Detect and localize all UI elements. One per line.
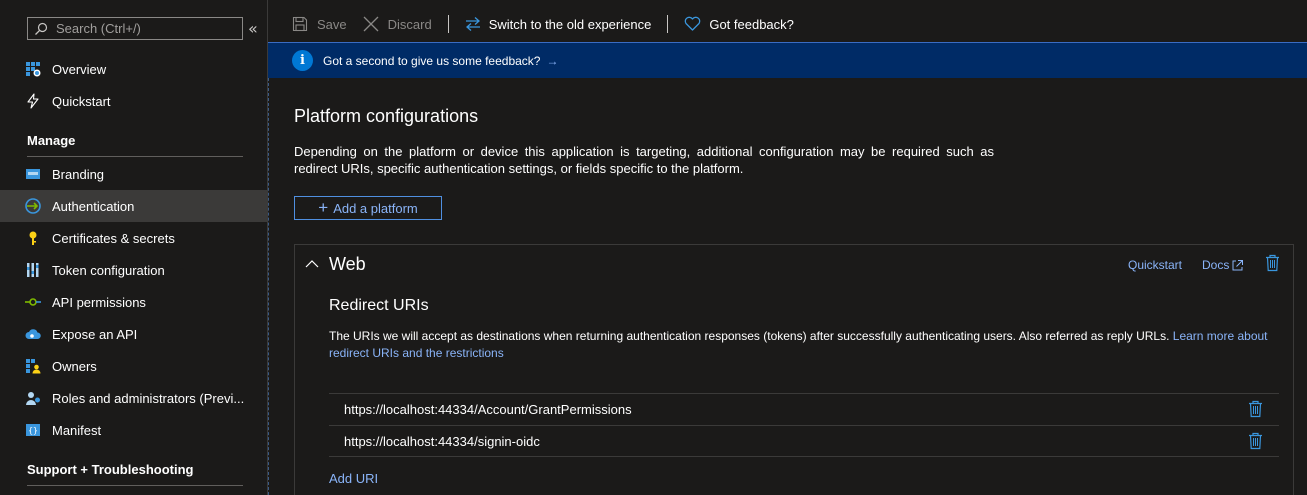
- banner-text: Got a second to give us some feedback?: [323, 53, 541, 68]
- plus-icon: +: [318, 198, 329, 217]
- collapse-toggle[interactable]: [304, 256, 320, 272]
- quickstart-link[interactable]: Quickstart: [1128, 258, 1182, 272]
- arrow-right-icon: →: [546, 53, 559, 68]
- section-divider: [27, 485, 243, 486]
- card-title: Web: [329, 254, 366, 274]
- sidebar-item-label: Expose an API: [52, 326, 138, 342]
- section-divider: [27, 156, 243, 157]
- feedback-button[interactable]: Got feedback?: [684, 6, 794, 42]
- external-link-icon: [1232, 259, 1244, 270]
- save-label: Save: [317, 16, 347, 32]
- sidebar-item-quickstart[interactable]: Quickstart: [0, 85, 267, 117]
- token-icon: [25, 262, 41, 278]
- redirect-uri-value[interactable]: https://localhost:44334/Account/GrantPer…: [344, 402, 632, 417]
- docs-label: Docs: [1202, 258, 1230, 272]
- authentication-icon: [25, 198, 41, 214]
- manifest-icon: {}: [25, 422, 41, 438]
- branding-icon: [25, 166, 41, 182]
- key-icon: [25, 230, 41, 246]
- switch-experience-button[interactable]: Switch to the old experience: [465, 6, 652, 42]
- sidebar-item-owners[interactable]: Owners: [0, 350, 267, 382]
- sidebar-item-manifest[interactable]: {} Manifest: [0, 414, 267, 446]
- feedback-label: Got feedback?: [709, 16, 794, 32]
- roles-icon: [25, 390, 41, 406]
- sidebar-item-label: API permissions: [52, 294, 146, 310]
- web-platform-card: Web Quickstart Docs Redirect URIs The UR…: [294, 244, 1294, 495]
- delete-platform-button[interactable]: [1265, 254, 1280, 275]
- heart-icon: [685, 16, 701, 31]
- api-permissions-icon: [25, 294, 41, 310]
- trash-icon: [1249, 432, 1262, 450]
- sidebar-item-expose-api[interactable]: Expose an API: [0, 318, 267, 350]
- toolbar-separator: [667, 15, 669, 33]
- feedback-banner[interactable]: i Got a second to give us some feedback?…: [268, 42, 1307, 78]
- delete-uri-button[interactable]: [1248, 432, 1263, 453]
- sidebar-item-branding[interactable]: Branding: [0, 158, 267, 190]
- redirect-uri-row: https://localhost:44334/Account/GrantPer…: [329, 393, 1279, 425]
- info-icon: i: [292, 50, 313, 71]
- add-uri-link[interactable]: Add URI: [329, 471, 378, 486]
- section-header-support: Support + Troubleshooting: [27, 462, 194, 477]
- redirect-uris-description: The URIs we will accept as destinations …: [329, 328, 1279, 362]
- sidebar-item-token-configuration[interactable]: Token configuration: [0, 254, 267, 286]
- page-description: Depending on the platform or device this…: [294, 144, 994, 176]
- main-content: Platform configurations Depending on the…: [268, 78, 1307, 495]
- add-platform-button[interactable]: + Add a platform: [294, 196, 442, 220]
- discard-label: Discard: [387, 16, 432, 32]
- sidebar-item-label: Owners: [52, 358, 97, 374]
- sidebar-item-api-permissions[interactable]: API permissions: [0, 286, 267, 318]
- sidebar-item-label: Manifest: [52, 422, 102, 438]
- sidebar-item-label: Certificates & secrets: [52, 230, 175, 246]
- sidebar-item-label: Quickstart: [52, 93, 111, 109]
- sidebar-item-label: Token configuration: [52, 262, 165, 278]
- sidebar-item-authentication[interactable]: Authentication: [0, 190, 267, 222]
- switch-arrows-icon: [465, 17, 480, 31]
- toolbar-separator: [447, 15, 449, 33]
- sidebar-item-certificates[interactable]: Certificates & secrets: [0, 222, 267, 254]
- trash-icon: [1266, 254, 1279, 272]
- lightning-icon: [25, 93, 41, 109]
- save-icon: [292, 16, 308, 32]
- save-button[interactable]: Save: [292, 6, 347, 42]
- search-box[interactable]: [27, 17, 243, 40]
- redirect-uris-title: Redirect URIs: [329, 297, 429, 314]
- owners-icon: [25, 358, 41, 374]
- sidebar: « Overview Quickstart Manage Branding Au…: [0, 0, 268, 495]
- redirect-uri-row: https://localhost:44334/signin-oidc: [329, 425, 1279, 457]
- switch-label: Switch to the old experience: [488, 16, 652, 32]
- sidebar-item-label: Branding: [52, 166, 105, 182]
- collapse-sidebar-button[interactable]: «: [248, 19, 258, 38]
- sidebar-item-label: Roles and administrators (Previ...: [52, 390, 245, 406]
- grid-icon: [25, 61, 41, 77]
- close-icon: [363, 16, 379, 32]
- discard-button[interactable]: Discard: [363, 6, 432, 42]
- sidebar-item-label: Overview: [52, 61, 107, 77]
- command-bar: Save Discard Switch to the old experienc…: [268, 6, 1307, 42]
- delete-uri-button[interactable]: [1248, 400, 1263, 421]
- search-icon: [35, 22, 48, 35]
- section-header-manage: Manage: [27, 133, 76, 148]
- redirect-desc-text: The URIs we will accept as destinations …: [329, 329, 1170, 343]
- trash-icon: [1249, 400, 1262, 418]
- redirect-uri-value[interactable]: https://localhost:44334/signin-oidc: [344, 434, 540, 449]
- sidebar-item-roles-administrators[interactable]: Roles and administrators (Previ...: [0, 382, 267, 414]
- page-title: Platform configurations: [294, 106, 479, 126]
- search-input[interactable]: [56, 21, 236, 36]
- sidebar-item-overview[interactable]: Overview: [0, 53, 267, 85]
- add-platform-label: Add a platform: [333, 200, 418, 216]
- chevron-up-icon: [305, 260, 319, 268]
- docs-link[interactable]: Docs: [1202, 258, 1244, 272]
- cloud-icon: [25, 326, 41, 342]
- svg-text:{}: {}: [28, 426, 38, 435]
- sidebar-item-label: Authentication: [52, 198, 135, 214]
